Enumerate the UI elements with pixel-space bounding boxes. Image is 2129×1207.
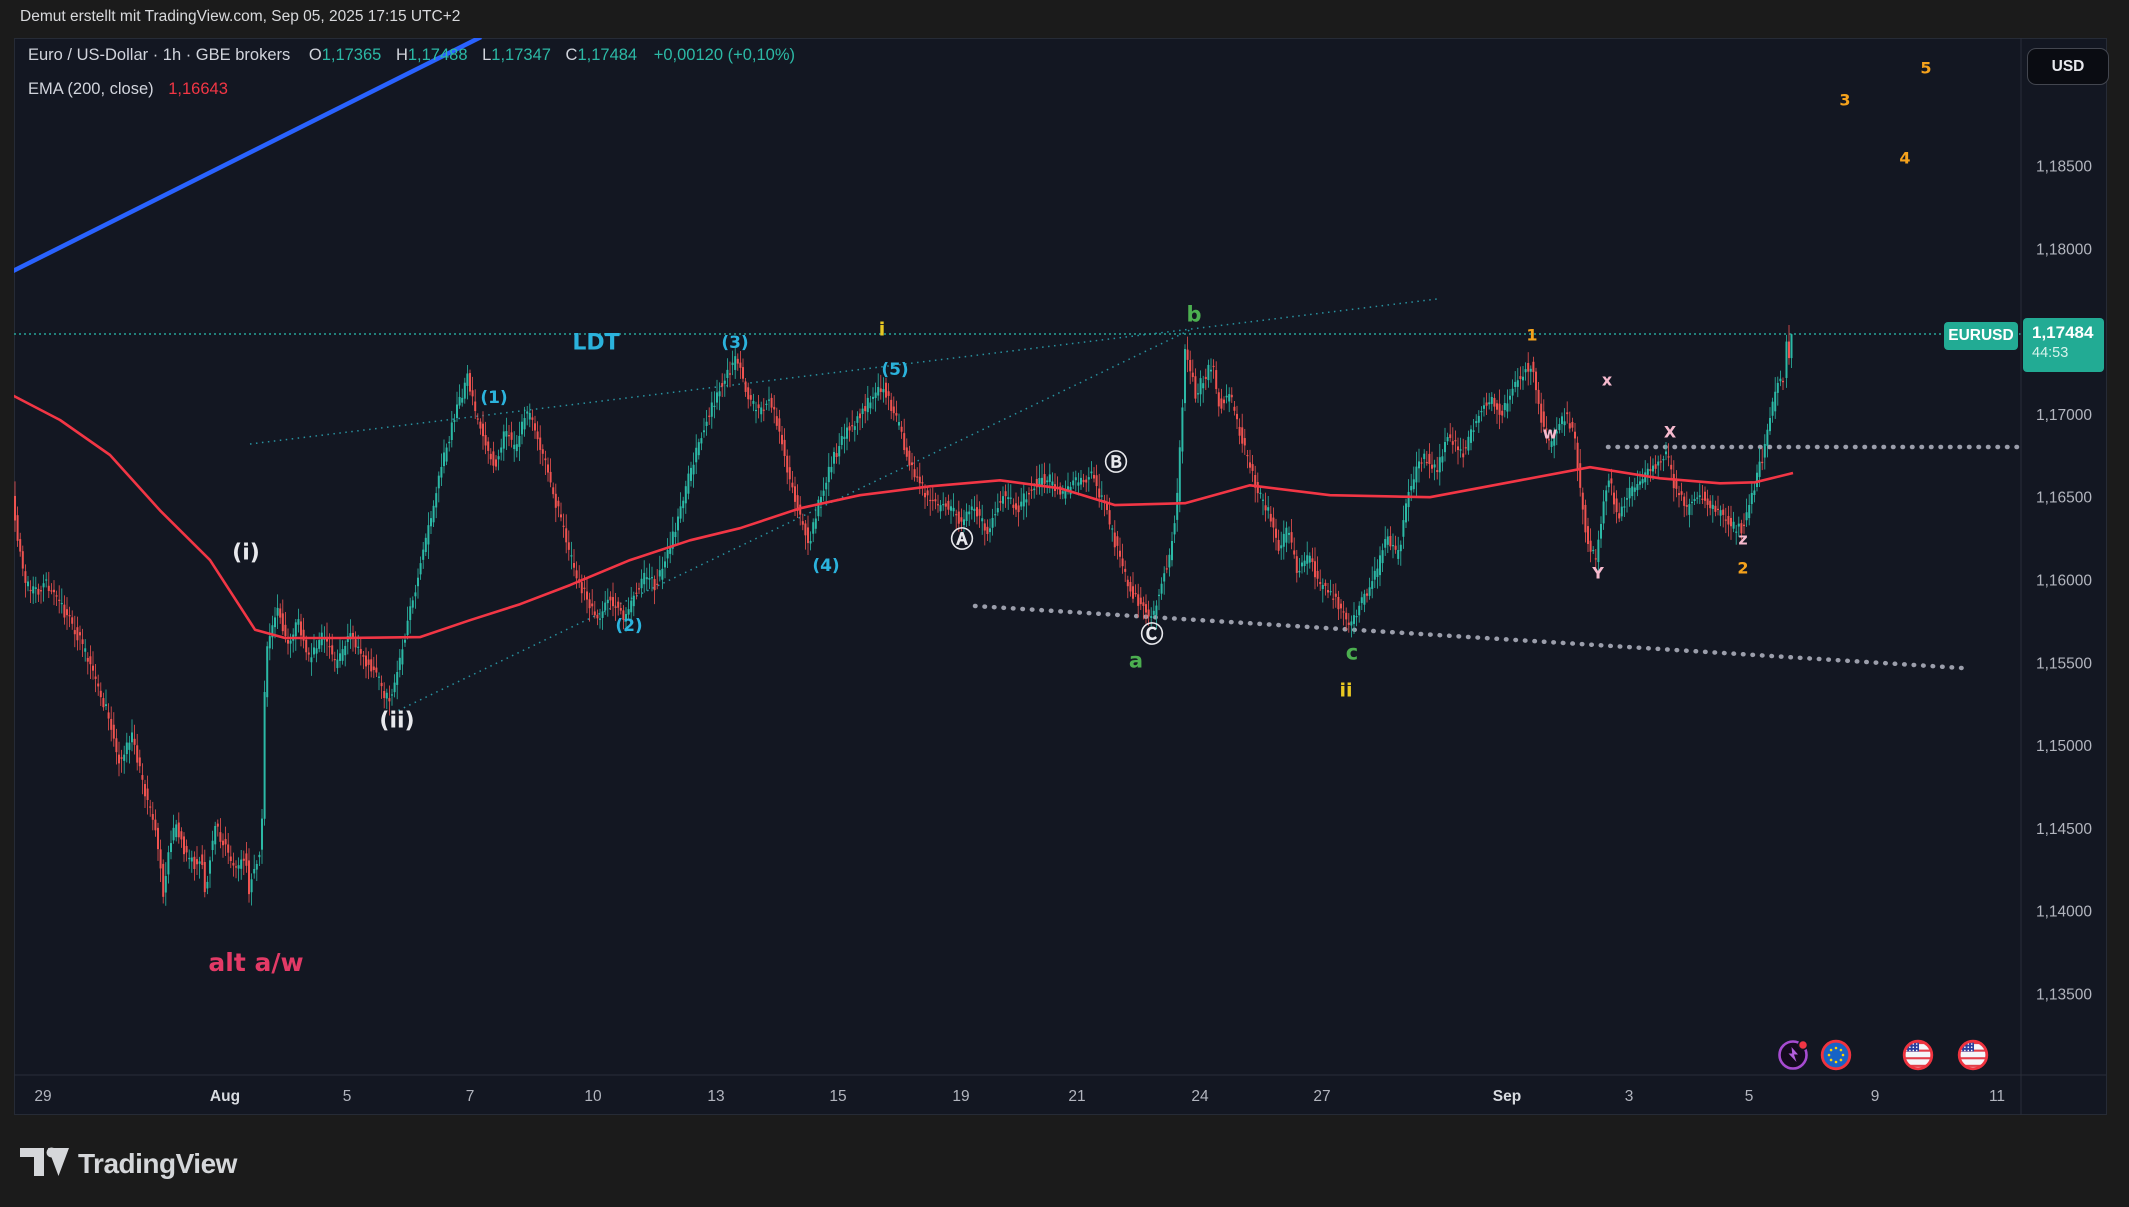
time-axis[interactable]: 29 Aug 5 7 10 13 15 19 21 24 27 Sep 3 5 9 11	[34, 1088, 2005, 1105]
price-tick-label: 1,16500	[2036, 490, 2092, 507]
wave-label-5[interactable]: 5	[1920, 59, 1931, 78]
time-tick-label: 9	[1871, 1088, 1880, 1105]
symbol-title: Euro / US-Dollar · 1h · GBE brokers	[28, 46, 290, 64]
price-tick-label: 1,14000	[2036, 904, 2092, 921]
wave-label-[interactable]: Ⓐ	[951, 526, 974, 553]
time-tick-label: 11	[1989, 1088, 2005, 1105]
wave-label-LDT[interactable]: LDT	[572, 331, 619, 356]
time-tick-label: 21	[1068, 1088, 1085, 1105]
wave-label-4[interactable]: 4	[1899, 149, 1910, 168]
time-tick-label: 13	[707, 1088, 724, 1105]
wave-label-i[interactable]: (i)	[232, 541, 260, 566]
event-icons-row	[1780, 1041, 1987, 1069]
price-axis[interactable]: 1,18500 1,18000 1,17000 1,16500 1,16000 1,155…	[2036, 159, 2092, 1004]
time-tick-label: 15	[829, 1088, 846, 1105]
tradingview-logo[interactable]: TradingView	[20, 1146, 370, 1191]
time-tick-label: 10	[584, 1088, 602, 1105]
wave-label-b[interactable]: b	[1186, 302, 1201, 326]
wave-label-3[interactable]: (3)	[721, 333, 748, 353]
wave-label-a[interactable]: a	[1129, 648, 1143, 672]
us-flag-icon-2[interactable]	[1959, 1041, 1987, 1069]
ema-value: 1,16643	[168, 80, 228, 98]
ohlc-high: H1,17488	[396, 46, 468, 64]
time-tick-label: 19	[952, 1088, 969, 1105]
price-tick-label: 1,16000	[2036, 573, 2092, 590]
time-tick-label: Aug	[210, 1088, 240, 1105]
wave-label-ii[interactable]: (ii)	[379, 709, 414, 734]
wave-label-Y[interactable]: Y	[1591, 564, 1604, 583]
price-change: +0,00120 (+0,10%)	[654, 46, 795, 64]
wave-label-altaw[interactable]: alt a/w	[208, 948, 303, 977]
time-tick-label: 29	[34, 1088, 51, 1105]
wave-label-i[interactable]: i	[879, 319, 886, 341]
tradingview-logo-glyph	[20, 1148, 69, 1177]
currency-unit-button[interactable]: USD	[2027, 48, 2109, 85]
time-tick-label: 5	[343, 1088, 352, 1105]
price-tick-label: 1,18500	[2036, 159, 2092, 176]
tradingview-screenshot: Demut erstellt mit TradingView.com, Sep …	[0, 0, 2129, 1207]
price-tick-label: 1,13500	[2036, 987, 2092, 1004]
wave-label-w[interactable]: w	[1543, 424, 1558, 443]
price-tick-label: 1,15000	[2036, 738, 2092, 755]
ticker-tag: EURUSD	[1944, 322, 2018, 350]
time-tick-label: Sep	[1493, 1088, 1521, 1105]
last-price-value: 1,17484	[2032, 322, 2104, 344]
price-tick-label: 1,14500	[2036, 821, 2092, 838]
wave-label-2[interactable]: (2)	[615, 616, 642, 636]
price-tick-label: 1,15500	[2036, 655, 2092, 672]
time-tick-label: 27	[1313, 1088, 1330, 1105]
price-tick-label: 1,18000	[2036, 241, 2092, 258]
time-tick-label: 3	[1625, 1088, 1634, 1105]
eu-flag-icon[interactable]	[1822, 1041, 1850, 1069]
wave-label-X[interactable]: X	[1664, 423, 1677, 442]
wave-label-2[interactable]: 2	[1737, 559, 1748, 578]
ohlc-open: O1,17365	[309, 46, 382, 64]
blue-trendline[interactable]	[13, 37, 481, 271]
wave-label-x[interactable]: x	[1602, 371, 1613, 390]
wave-label-[interactable]: Ⓒ	[1141, 621, 1164, 648]
price-tick-label: 1,17000	[2036, 407, 2092, 424]
gray-declining-dotted-line[interactable]	[975, 606, 1962, 668]
plot-area[interactable]	[12, 37, 2021, 906]
news-flash-icon[interactable]	[1780, 1041, 1808, 1069]
chart-canvas[interactable]: (i) (ii) alt a/w LDT (1) (2) (3) (4) (5) i Ⓐ Ⓑ Ⓒa b ci…	[0, 0, 2129, 1207]
tradingview-logo-text: TradingView	[78, 1148, 238, 1179]
ema-indicator-legend[interactable]: EMA (200, close) 1,16643	[28, 80, 228, 99]
wave-label-[interactable]: Ⓑ	[1105, 449, 1128, 476]
ohlc-low: L1,17347	[482, 46, 551, 64]
ema-label: EMA (200, close)	[28, 80, 154, 98]
wave-label-c[interactable]: c	[1346, 640, 1358, 664]
wave-label-1[interactable]: 1	[1526, 326, 1537, 345]
teal-trend-gentle-dotted-line[interactable]	[250, 299, 1437, 444]
wave-label-z[interactable]: z	[1738, 530, 1747, 549]
us-flag-icon[interactable]	[1904, 1041, 1932, 1069]
wave-label-5[interactable]: (5)	[881, 360, 908, 380]
ohlc-close: C1,17484	[566, 46, 638, 64]
symbol-legend[interactable]: Euro / US-Dollar · 1h · GBE brokers O1,1…	[28, 46, 795, 65]
bar-countdown: 44:53	[2032, 344, 2104, 363]
wave-label-4[interactable]: (4)	[812, 556, 839, 576]
time-tick-label: 7	[466, 1088, 475, 1105]
time-tick-label: 24	[1191, 1088, 1209, 1105]
wave-label-ii[interactable]: ii	[1339, 680, 1352, 702]
last-price-badge: 1,17484 44:53	[2023, 318, 2104, 372]
wave-annotations: (i) (ii) alt a/w LDT (1) (2) (3) (4) (5) i Ⓐ Ⓑ Ⓒa b ci…	[208, 59, 1931, 977]
time-tick-label: 5	[1745, 1088, 1754, 1105]
teal-trend-steep-dotted-line[interactable]	[393, 329, 1192, 713]
wave-label-1[interactable]: (1)	[480, 388, 507, 408]
candles-group	[14, 325, 1793, 906]
wave-label-3[interactable]: 3	[1839, 91, 1850, 110]
